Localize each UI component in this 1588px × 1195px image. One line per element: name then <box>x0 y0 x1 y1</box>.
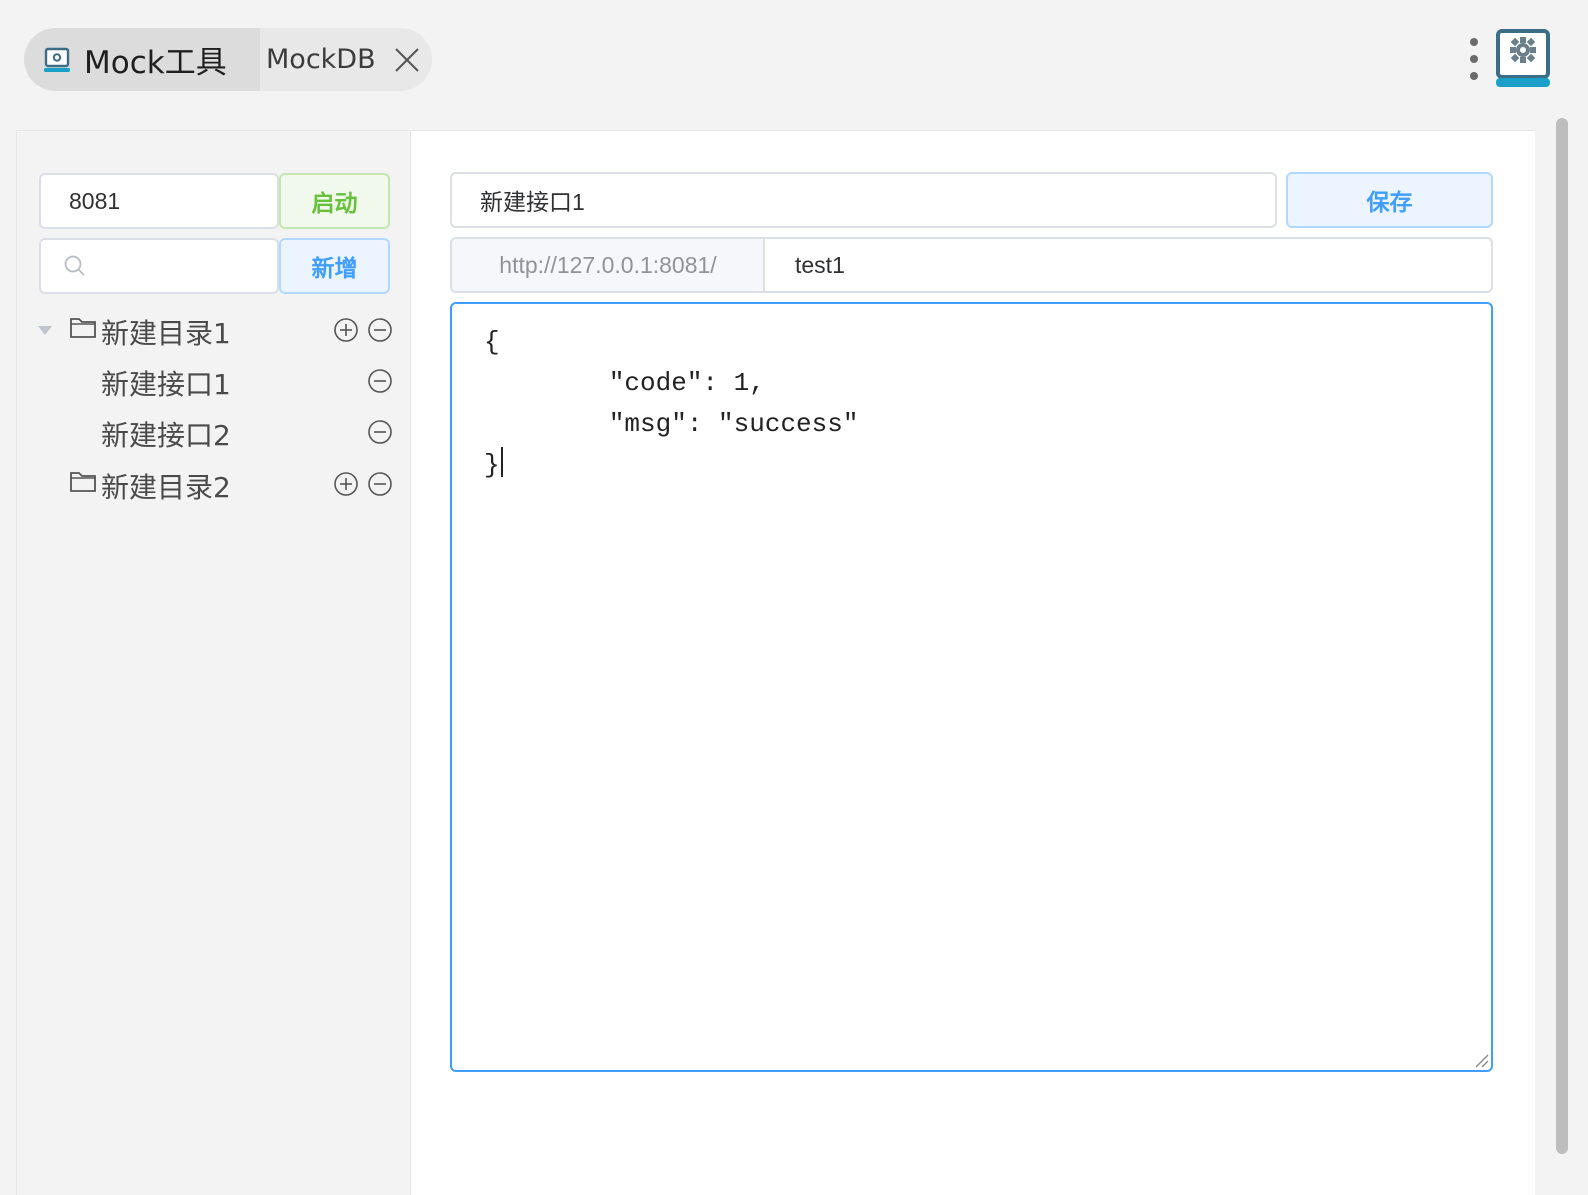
more-vertical-icon[interactable] <box>1466 36 1482 82</box>
remove-icon[interactable] <box>367 317 393 343</box>
tree-api-1[interactable]: 新建接口1 <box>37 359 397 403</box>
add-child-icon[interactable] <box>333 317 359 343</box>
app-monitor-icon <box>44 47 70 72</box>
tree-api-2[interactable]: 新建接口2 <box>37 410 397 454</box>
search-icon <box>64 255 85 276</box>
tab-mockdb[interactable]: MockDB <box>260 28 432 91</box>
scrollbar-track <box>1548 118 1588 1194</box>
path-input[interactable]: test1 <box>763 237 1493 293</box>
response-body-text: { "code": 1, "msg": "success" } <box>484 322 858 486</box>
scrollbar-thumb[interactable] <box>1556 118 1568 1154</box>
start-button[interactable]: 启动 <box>279 173 390 229</box>
tab-label: MockDB <box>266 44 376 75</box>
add-child-icon[interactable] <box>333 471 359 497</box>
text-caret <box>500 447 503 477</box>
tree-folder-2[interactable]: 新建目录2 <box>37 462 397 506</box>
api-name-value: 新建接口1 <box>480 189 585 215</box>
sidebar: 8081 启动 新增 新建目录1 新建接口1 新建接口2 新建目录2 <box>17 131 411 1195</box>
tree-folder-label: 新建目录2 <box>101 471 231 504</box>
remove-icon[interactable] <box>367 368 393 394</box>
api-name-input[interactable]: 新建接口1 <box>450 172 1277 228</box>
caret-down-icon[interactable] <box>37 324 53 336</box>
folder-icon <box>70 318 96 338</box>
tree-api-label: 新建接口1 <box>101 368 231 401</box>
tab-label: Mock工具 <box>84 45 227 81</box>
tree-folder-label: 新建目录1 <box>101 317 231 350</box>
port-input[interactable]: 8081 <box>39 173 279 229</box>
tree-folder-1[interactable]: 新建目录1 <box>37 308 397 352</box>
path-value: test1 <box>795 251 845 278</box>
port-value: 8081 <box>69 187 121 214</box>
response-body-content: { "code": 1, "msg": "success" } <box>484 327 859 480</box>
resize-handle-icon[interactable] <box>1473 1052 1489 1068</box>
remove-icon[interactable] <box>367 419 393 445</box>
folder-icon <box>70 472 96 492</box>
tab-mock-tool[interactable]: Mock工具 <box>24 28 260 91</box>
settings-monitor-icon[interactable] <box>1494 28 1552 90</box>
remove-icon[interactable] <box>367 471 393 497</box>
tree-api-label: 新建接口2 <box>101 419 231 452</box>
add-button[interactable]: 新增 <box>279 238 390 294</box>
url-prefix: http://127.0.0.1:8081/ <box>450 237 764 293</box>
save-button[interactable]: 保存 <box>1286 172 1493 228</box>
close-icon[interactable] <box>394 47 420 73</box>
response-body-editor[interactable]: { "code": 1, "msg": "success" } <box>450 302 1493 1072</box>
search-input[interactable] <box>39 238 279 294</box>
